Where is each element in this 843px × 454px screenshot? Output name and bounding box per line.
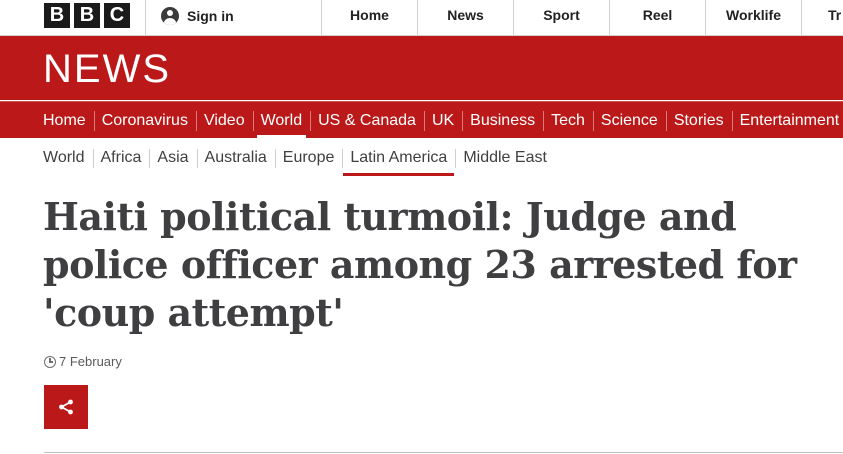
global-nav-travel[interactable]: Tr	[801, 0, 843, 35]
news-nav-uk[interactable]: UK	[423, 102, 462, 139]
share-button[interactable]	[44, 385, 88, 429]
news-nav-us-canada[interactable]: US & Canada	[310, 102, 424, 139]
sub-nav-africa[interactable]: Africa	[92, 140, 150, 176]
sub-nav-australia[interactable]: Australia	[196, 140, 275, 176]
clock-icon	[44, 355, 56, 368]
news-nav-science[interactable]: Science	[592, 102, 666, 139]
news-nav-world[interactable]: World	[252, 102, 311, 139]
news-nav-coronavirus[interactable]: Coronavirus	[93, 102, 196, 139]
signin-button[interactable]: Sign in	[161, 6, 234, 26]
news-nav-tech[interactable]: Tech	[543, 102, 593, 139]
global-nav-home[interactable]: Home	[321, 0, 417, 35]
header-divider	[145, 0, 146, 35]
global-nav: Home News Sport Reel Worklife Tr	[321, 0, 843, 35]
global-nav-worklife[interactable]: Worklife	[705, 0, 801, 35]
news-nav-video[interactable]: Video	[195, 102, 253, 139]
news-nav: Home Coronavirus Video World US & Canada…	[0, 101, 843, 139]
bbc-logo[interactable]: B B C	[44, 3, 130, 28]
global-nav-news[interactable]: News	[417, 0, 513, 35]
bbc-logo-letter: C	[104, 3, 130, 28]
user-icon	[161, 7, 179, 25]
global-header: B B C Sign in Home News Sport Reel Workl…	[0, 0, 843, 36]
signin-label: Sign in	[187, 8, 234, 24]
sub-nav-world[interactable]: World	[35, 140, 93, 176]
bbc-logo-letter: B	[74, 3, 100, 28]
sub-nav-latin-america[interactable]: Latin America	[342, 140, 455, 176]
news-nav-home[interactable]: Home	[35, 102, 94, 139]
global-nav-reel[interactable]: Reel	[609, 0, 705, 35]
sub-nav-middle-east[interactable]: Middle East	[455, 140, 555, 176]
article-date-text: 7 February	[59, 354, 122, 369]
news-nav-entertainment[interactable]: Entertainment	[731, 102, 843, 139]
news-nav-stories[interactable]: Stories	[665, 102, 732, 139]
news-nav-business[interactable]: Business	[462, 102, 543, 139]
world-sub-nav: World Africa Asia Australia Europe Latin…	[35, 140, 555, 176]
news-masthead: NEWS	[0, 36, 843, 100]
sub-nav-asia[interactable]: Asia	[149, 140, 196, 176]
bbc-logo-letter: B	[44, 3, 70, 28]
article-date: 7 February	[44, 354, 122, 369]
global-nav-sport[interactable]: Sport	[513, 0, 609, 35]
sub-nav-europe[interactable]: Europe	[274, 140, 343, 176]
article-divider	[44, 452, 843, 453]
share-icon	[59, 399, 73, 415]
article-headline: Haiti political turmoil: Judge and polic…	[43, 194, 797, 335]
news-logo[interactable]: NEWS	[43, 49, 171, 89]
